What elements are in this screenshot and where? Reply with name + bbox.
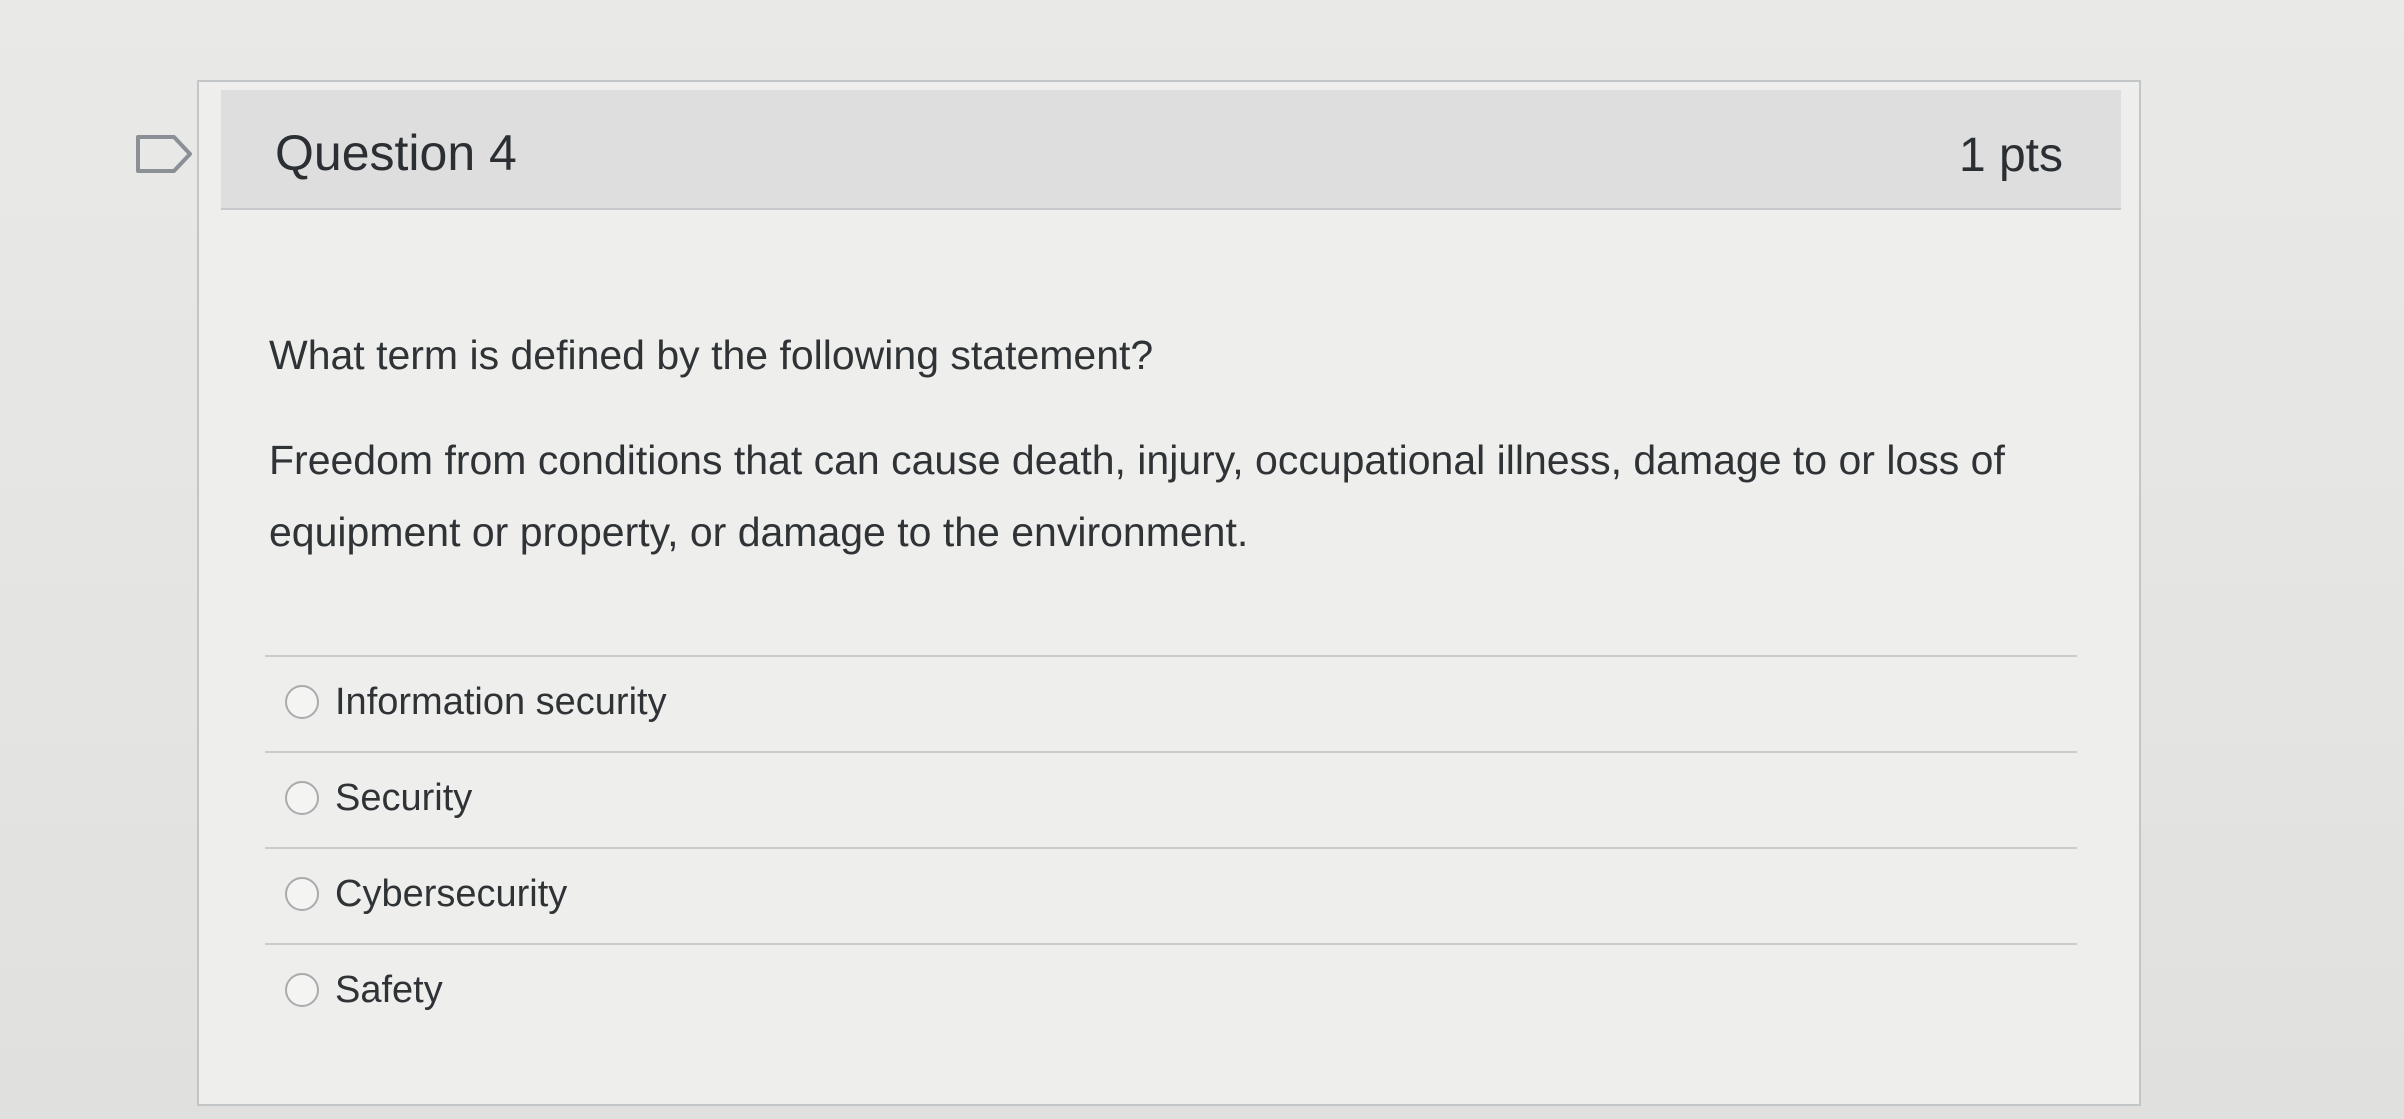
answer-option-security[interactable]: Security xyxy=(265,751,2077,847)
answer-label[interactable]: Security xyxy=(335,777,472,820)
radio-button[interactable] xyxy=(285,973,319,1007)
answer-option-cybersecurity[interactable]: Cybersecurity xyxy=(265,847,2077,943)
answer-option-information-security[interactable]: Information security xyxy=(265,655,2077,751)
answer-label[interactable]: Cybersecurity xyxy=(335,873,567,916)
question-title: Question 4 xyxy=(275,125,517,181)
question-statement: Freedom from conditions that can cause d… xyxy=(269,437,2005,555)
radio-button[interactable] xyxy=(285,877,319,911)
question-header: Question 4 1 pts xyxy=(221,90,2121,210)
answer-label[interactable]: Information security xyxy=(335,681,667,724)
radio-button[interactable] xyxy=(285,781,319,815)
radio-button[interactable] xyxy=(285,685,319,719)
question-prompt: What term is defined by the following st… xyxy=(269,332,1154,378)
answer-list: Information security Security Cybersecur… xyxy=(265,655,2077,1039)
question-points: 1 pts xyxy=(1958,129,2063,182)
answer-option-safety[interactable]: Safety xyxy=(265,943,2077,1039)
flag-question-icon[interactable] xyxy=(134,133,194,175)
quiz-page: Question 4 1 pts What term is defined by… xyxy=(0,0,2404,1119)
question-card: Question 4 1 pts What term is defined by… xyxy=(197,80,2141,1106)
answer-label[interactable]: Safety xyxy=(335,969,443,1012)
